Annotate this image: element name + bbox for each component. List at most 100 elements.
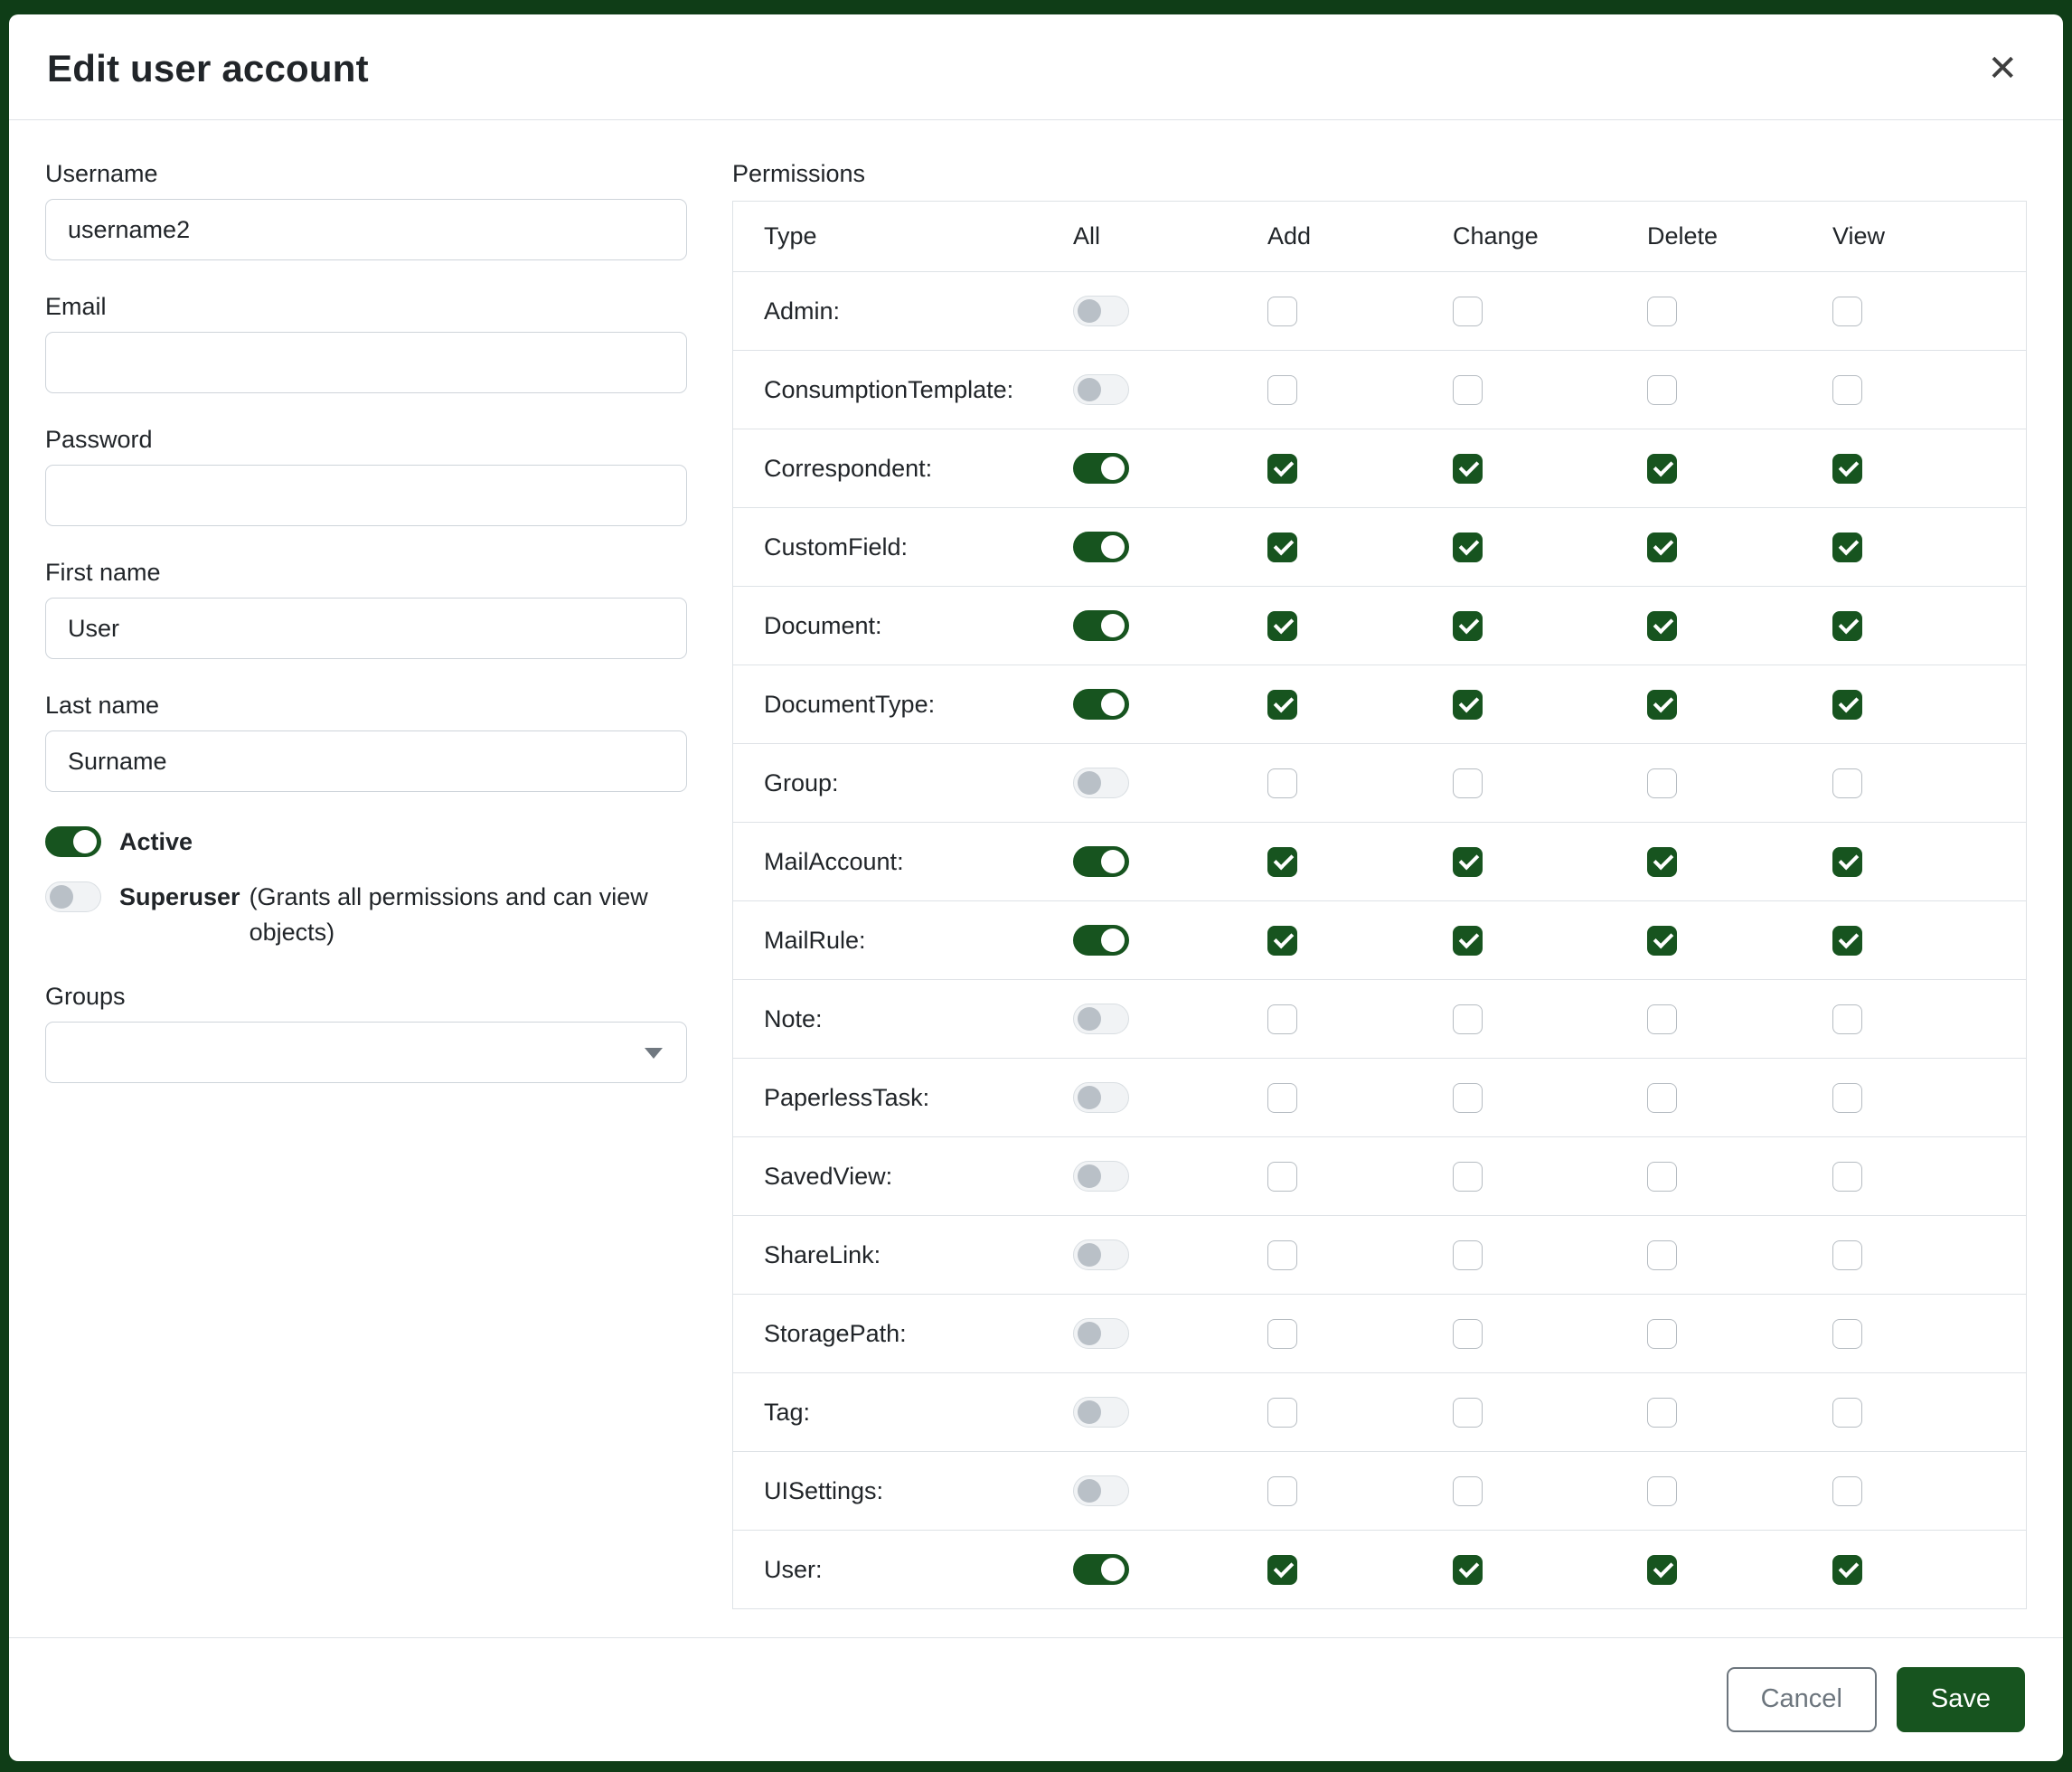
permission-delete-checkbox[interactable] [1647,1162,1677,1192]
permission-change-checkbox[interactable] [1453,533,1483,562]
permission-add-checkbox[interactable] [1267,1240,1297,1270]
permission-add-checkbox[interactable] [1267,297,1297,326]
permission-add-checkbox[interactable] [1267,1162,1297,1192]
permission-change-checkbox[interactable] [1453,454,1483,484]
permission-change-checkbox[interactable] [1453,1476,1483,1506]
permission-all-toggle[interactable] [1073,925,1129,956]
permission-all-toggle[interactable] [1073,1004,1129,1034]
permission-view-checkbox[interactable] [1832,1476,1862,1506]
permission-all-toggle[interactable] [1073,1318,1129,1349]
permission-view-checkbox[interactable] [1832,1004,1862,1034]
permission-view-checkbox[interactable] [1832,768,1862,798]
permission-view-checkbox[interactable] [1832,1555,1862,1585]
close-icon[interactable]: ✕ [1983,47,2021,90]
permission-delete-checkbox[interactable] [1647,1476,1677,1506]
groups-select[interactable] [45,1022,687,1083]
permission-view-checkbox[interactable] [1832,1240,1862,1270]
permission-all-toggle[interactable] [1073,846,1129,877]
permission-delete-checkbox[interactable] [1647,926,1677,956]
first-name-label: First name [45,559,687,587]
permission-delete-checkbox[interactable] [1647,690,1677,720]
permission-add-checkbox[interactable] [1267,611,1297,641]
permission-view-checkbox[interactable] [1832,297,1862,326]
permission-view-checkbox[interactable] [1832,926,1862,956]
permission-change-checkbox[interactable] [1453,847,1483,877]
permission-delete-checkbox[interactable] [1647,1319,1677,1349]
permission-all-toggle[interactable] [1073,1239,1129,1270]
permission-change-checkbox[interactable] [1453,375,1483,405]
permission-change-checkbox[interactable] [1453,297,1483,326]
permission-view-checkbox[interactable] [1832,690,1862,720]
toggle-knob [1078,1400,1101,1424]
permission-change-checkbox[interactable] [1453,926,1483,956]
permission-view-checkbox[interactable] [1832,847,1862,877]
permission-all-toggle[interactable] [1073,1554,1129,1585]
permission-add-checkbox[interactable] [1267,1004,1297,1034]
permission-change-checkbox[interactable] [1453,1083,1483,1113]
permission-change-checkbox[interactable] [1453,611,1483,641]
permission-delete-checkbox[interactable] [1647,1555,1677,1585]
save-button[interactable]: Save [1897,1667,2025,1732]
permission-view-checkbox[interactable] [1832,454,1862,484]
permission-add-checkbox[interactable] [1267,847,1297,877]
permission-delete-checkbox[interactable] [1647,1398,1677,1428]
permission-view-checkbox[interactable] [1832,533,1862,562]
permission-delete-checkbox[interactable] [1647,297,1677,326]
permission-view-checkbox[interactable] [1832,1083,1862,1113]
permission-change-checkbox[interactable] [1453,1240,1483,1270]
permission-all-toggle[interactable] [1073,296,1129,326]
first-name-input[interactable] [45,598,687,659]
permission-add-checkbox[interactable] [1267,454,1297,484]
permission-view-checkbox[interactable] [1832,1162,1862,1192]
permission-delete-checkbox[interactable] [1647,768,1677,798]
permission-view-checkbox[interactable] [1832,375,1862,405]
permission-delete-checkbox[interactable] [1647,533,1677,562]
permission-delete-checkbox[interactable] [1647,847,1677,877]
permission-all-toggle[interactable] [1073,610,1129,641]
permission-change-checkbox[interactable] [1453,690,1483,720]
permission-change-checkbox[interactable] [1453,1004,1483,1034]
permission-all-toggle[interactable] [1073,1475,1129,1506]
permission-all-toggle[interactable] [1073,453,1129,484]
permission-add-checkbox[interactable] [1267,926,1297,956]
permission-change-checkbox[interactable] [1453,1555,1483,1585]
last-name-input[interactable] [45,730,687,792]
permissions-panel: Permissions Type All Add Change Delete V… [732,160,2027,1619]
password-input[interactable] [45,465,687,526]
permission-all-toggle[interactable] [1073,1082,1129,1113]
permission-all-toggle[interactable] [1073,374,1129,405]
permission-add-checkbox[interactable] [1267,1398,1297,1428]
permission-add-checkbox[interactable] [1267,533,1297,562]
permission-delete-checkbox[interactable] [1647,611,1677,641]
superuser-toggle[interactable] [45,881,101,912]
permission-change-checkbox[interactable] [1453,1162,1483,1192]
email-input[interactable] [45,332,687,393]
permission-change-checkbox[interactable] [1453,1319,1483,1349]
permission-delete-checkbox[interactable] [1647,375,1677,405]
permission-all-toggle[interactable] [1073,1397,1129,1428]
permission-add-checkbox[interactable] [1267,1083,1297,1113]
permission-all-toggle[interactable] [1073,532,1129,562]
permission-view-checkbox[interactable] [1832,611,1862,641]
permission-all-toggle[interactable] [1073,689,1129,720]
permission-add-checkbox[interactable] [1267,690,1297,720]
permission-change-checkbox[interactable] [1453,768,1483,798]
permission-view-checkbox[interactable] [1832,1398,1862,1428]
permission-add-checkbox[interactable] [1267,375,1297,405]
cancel-button[interactable]: Cancel [1727,1667,1877,1732]
permission-delete-checkbox[interactable] [1647,1240,1677,1270]
permission-add-checkbox[interactable] [1267,1319,1297,1349]
permission-change-checkbox[interactable] [1453,1398,1483,1428]
permission-all-toggle[interactable] [1073,1161,1129,1192]
permission-delete-checkbox[interactable] [1647,1083,1677,1113]
active-text: Active [119,825,687,860]
permission-add-checkbox[interactable] [1267,1476,1297,1506]
permission-delete-checkbox[interactable] [1647,1004,1677,1034]
permission-add-checkbox[interactable] [1267,768,1297,798]
permission-view-checkbox[interactable] [1832,1319,1862,1349]
permission-all-toggle[interactable] [1073,768,1129,798]
active-toggle[interactable] [45,826,101,857]
permission-delete-checkbox[interactable] [1647,454,1677,484]
username-input[interactable] [45,199,687,260]
permission-add-checkbox[interactable] [1267,1555,1297,1585]
